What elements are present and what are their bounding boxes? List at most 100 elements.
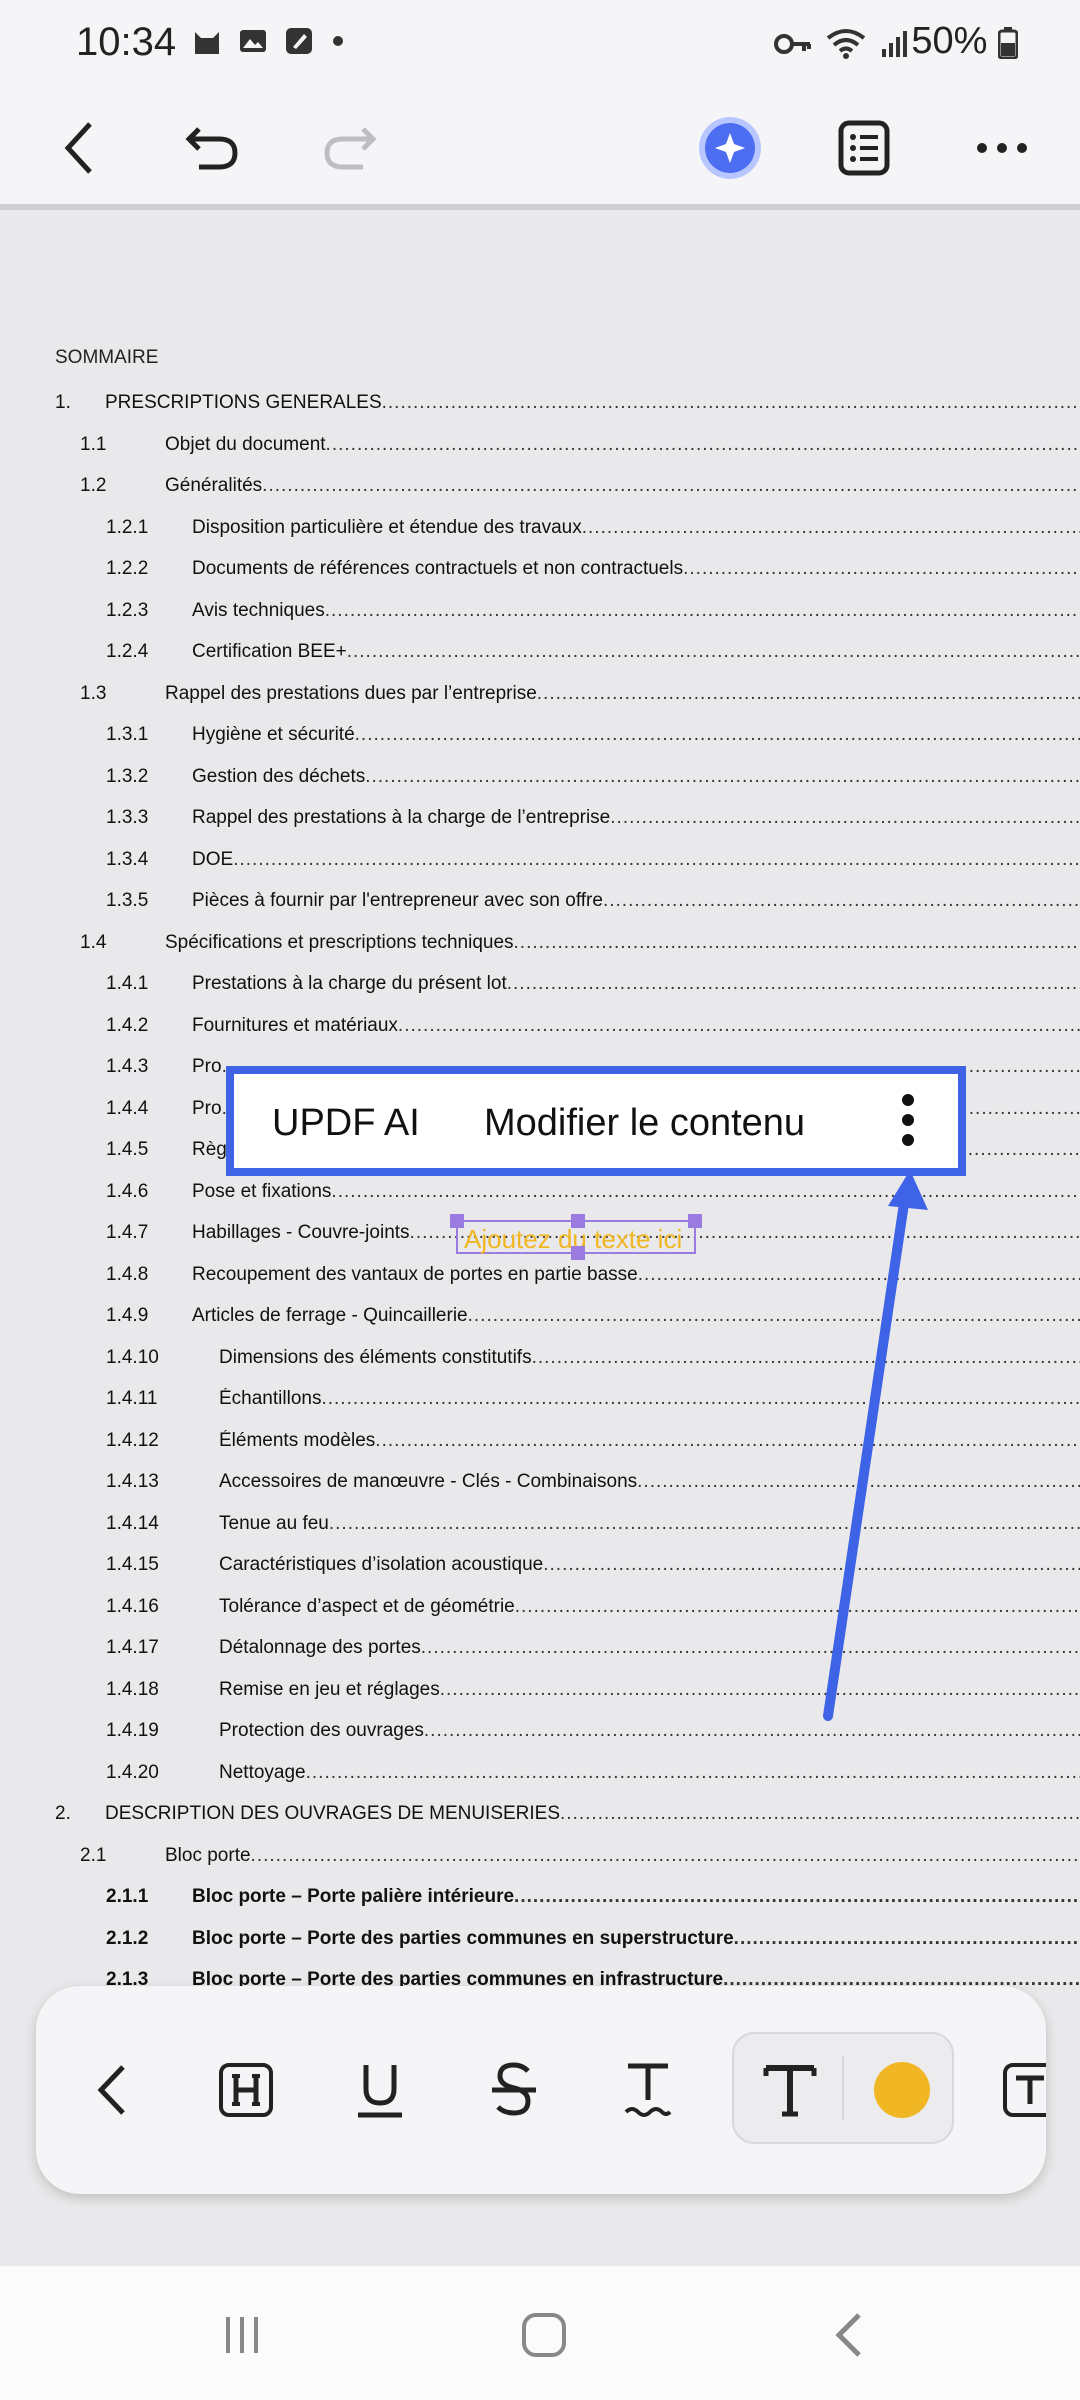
strikethrough-button[interactable] (462, 2038, 566, 2142)
home-button[interactable] (504, 2300, 584, 2370)
toc-entry[interactable]: 1.3.4 DOE (0, 849, 1080, 879)
toc-entry[interactable]: 1.4.16 Tolérance d’aspect et de géométrie (0, 1596, 1080, 1626)
toc-entry-title: PRESCRIPTIONS GENERALES (105, 392, 1080, 414)
toc-entry-number: 1.2.4 (106, 641, 149, 662)
image-icon (240, 30, 266, 52)
toc-entry[interactable]: 1.2 Généralités (0, 475, 1080, 505)
updf-ai-button[interactable] (692, 110, 768, 186)
toc-entry-number: 1.4.12 (106, 1429, 159, 1451)
toc-entry[interactable]: 1.3.5 Pièces à fournir par l'entrepreneur… (0, 890, 1080, 920)
toc-entry-title: Rappel des prestations à la charge de l’… (192, 807, 1080, 829)
toc-entry-title: Échantillons (219, 1388, 1080, 1410)
toolbar-separator (842, 2056, 844, 2120)
toc-entry-title: Pose et fixations (192, 1181, 1080, 1203)
toc-entry-number: 1.3.5 (106, 890, 149, 911)
toc-entry[interactable]: 1.4 Spécifications et prescriptions techn… (0, 932, 1080, 962)
toc-entry-title: Disposition particulière et étendue des … (192, 517, 1080, 539)
toc-entry[interactable]: 2.1.2 Bloc porte – Porte des parties comm… (0, 1928, 1080, 1958)
outline-button[interactable] (826, 110, 902, 186)
toc-entry[interactable]: 1.4.11 Échantillons (0, 1388, 1080, 1418)
recents-icon (226, 2317, 258, 2353)
redo-button[interactable] (312, 110, 388, 186)
toc-entry[interactable]: 1.3.1 Hygiène et sécurité (0, 724, 1080, 754)
toc-entry[interactable]: 1.4.10 Dimensions des éléments constituti… (0, 1347, 1080, 1377)
toc-entry[interactable]: 2.1.1 Bloc porte – Porte palière intérieu… (0, 1886, 1080, 1916)
toc-entry-number: 1.4.19 (106, 1720, 159, 1741)
toc-entry-number: 1.4.3 (106, 1056, 149, 1077)
ai-assistant-icon (699, 117, 761, 179)
toc-entry[interactable]: 2. DESCRIPTION DES OUVRAGES DE MENUISERIE… (0, 1803, 1080, 1833)
more-vertical-button[interactable] (898, 1094, 918, 1154)
recents-button[interactable] (202, 2300, 282, 2370)
system-back-button[interactable] (808, 2300, 888, 2370)
toc-entry[interactable]: 1.4.14 Tenue au feu (0, 1513, 1080, 1543)
updf-ai-menu-item[interactable]: UPDF AI (272, 1102, 420, 1145)
toc-entry-title: Tenue au feu (219, 1513, 1080, 1535)
toc-entry[interactable]: 1.4.19 Protection des ouvrages (0, 1720, 1080, 1750)
text-icon (763, 2065, 817, 2117)
toc-entry-title: Spécifications et prescriptions techniqu… (165, 932, 1080, 954)
new-text-box[interactable]: Ajoutez du texte ici (450, 1214, 702, 1260)
toc-entry[interactable]: 1. PRESCRIPTIONS GENERALES (0, 392, 1080, 422)
toc-entry-number: 1.3.3 (106, 807, 149, 828)
toc-entry[interactable]: 1.3.2 Gestion des déchets (0, 766, 1080, 796)
chevron-left-icon (64, 122, 92, 174)
resize-handle[interactable] (571, 1246, 585, 1260)
toc-entry-number: 1.2.1 (106, 516, 149, 538)
toc-entry[interactable]: 1.2.3 Avis techniques (0, 600, 1080, 630)
toc-entry[interactable]: 1.4.6 Pose et fixations (0, 1181, 1080, 1211)
toc-entry[interactable]: 1.2.1 Disposition particulière et étendue… (0, 517, 1080, 547)
squiggly-button[interactable] (596, 2038, 700, 2142)
heading-button[interactable] (194, 2038, 298, 2142)
cat-icon (195, 32, 219, 54)
text-tool-button[interactable] (738, 2038, 842, 2142)
toc-entry-title: Objet du document (165, 434, 1080, 456)
more-options-button[interactable] (964, 110, 1040, 186)
toc-entry-number: 1.4.9 (106, 1305, 149, 1326)
toc-entry[interactable]: 2.1 Bloc porte (0, 1845, 1080, 1875)
toc-entry[interactable]: 1.2.4 Certification BEE+ (0, 641, 1080, 671)
toc-entry[interactable]: 1.3.3 Rappel des prestations à la charge … (0, 807, 1080, 837)
toc-entry[interactable]: 1.2.2 Documents de références contractuel… (0, 558, 1080, 588)
underline-button[interactable] (328, 2038, 432, 2142)
list-icon (838, 120, 890, 176)
resize-handle[interactable] (571, 1214, 585, 1228)
toc-entry[interactable]: 1.4.20 Nettoyage (0, 1762, 1080, 1792)
toc-entry-number: 1.4.13 (106, 1471, 159, 1492)
wifi-icon (826, 29, 866, 59)
dot-icon (333, 36, 343, 46)
toc-entry[interactable]: 1.4.12 Éléments modèles (0, 1430, 1080, 1460)
resize-handle[interactable] (450, 1214, 464, 1228)
toc-entry-title: Articles de ferrage - Quincaillerie (192, 1305, 1080, 1327)
toc-entry[interactable]: 1.4.8 Recoupement des vantaux de portes e… (0, 1264, 1080, 1294)
toc-entry-number: 1.4.10 (106, 1346, 159, 1368)
toc-entry-number: 1. (55, 392, 71, 413)
strikethrough-icon (492, 2062, 536, 2116)
toc-entry-title: Éléments modèles (219, 1430, 1080, 1452)
toc-entry-number: 2.1.2 (106, 1927, 149, 1949)
undo-button[interactable] (174, 110, 250, 186)
edit-content-menu-item[interactable]: Modifier le contenu (484, 1102, 805, 1145)
toc-entry[interactable]: 1.4.1 Prestations à la charge du présent … (0, 973, 1080, 1003)
toc-entry-number: 1.3.1 (106, 724, 149, 745)
toc-entry[interactable]: 1.1 Objet du document (0, 434, 1080, 464)
chevron-left-icon (835, 2313, 861, 2357)
toc-entry-title: Rappel des prestations dues par l’entrep… (165, 683, 1080, 705)
toc-entry-title: Certification BEE+ (192, 641, 1080, 663)
toolbar-back-button[interactable] (60, 2038, 164, 2142)
color-picker-button[interactable] (850, 2038, 954, 2142)
toc-entry[interactable]: 1.4.9 Articles de ferrage - Quincaillerie (0, 1305, 1080, 1335)
home-icon (522, 2313, 566, 2357)
system-nav-bar (0, 2266, 1080, 2400)
toc-entry[interactable]: 1.4.18 Remise en jeu et réglages (0, 1679, 1080, 1709)
text-box-tool-button[interactable]: 2 (980, 2038, 1046, 2142)
toc-entry[interactable]: 1.4.2 Fournitures et matériaux (0, 1015, 1080, 1045)
toc-entry[interactable]: 1.3 Rappel des prestations dues par l’ent… (0, 683, 1080, 713)
toc-entry[interactable]: 1.4.13 Accessoires de manœuvre - Clés - C… (0, 1471, 1080, 1501)
toc-entry[interactable]: 1.4.15 Caractéristiques d’isolation acous… (0, 1554, 1080, 1584)
toc-entry-title: DOE (192, 849, 1080, 871)
toc-entry[interactable]: 1.4.17 Détalonnage des portes (0, 1637, 1080, 1667)
toc-entry-title: Généralités (165, 475, 1080, 497)
resize-handle[interactable] (688, 1214, 702, 1228)
back-button[interactable] (42, 110, 118, 186)
